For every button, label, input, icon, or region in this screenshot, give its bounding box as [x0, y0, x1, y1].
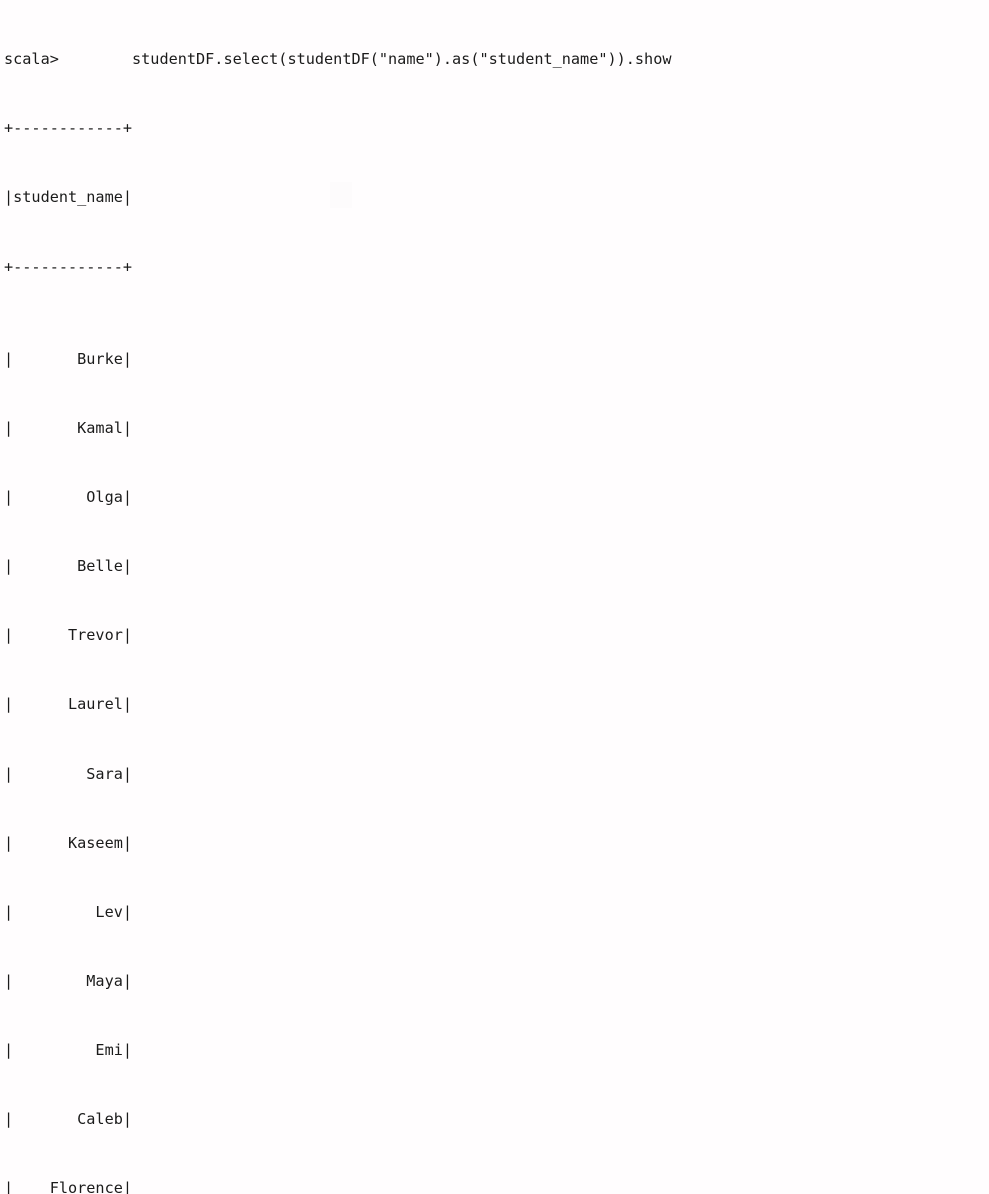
- table-row: | Caleb|: [4, 1110, 133, 1129]
- table-row: | Lev|: [4, 902, 133, 921]
- table-row: | Emi|: [4, 1041, 133, 1060]
- table-row: | Sara|: [4, 764, 133, 783]
- table-header-row: |student_name|: [4, 188, 133, 207]
- table-row: | Florence|: [4, 1179, 133, 1194]
- table-row: | Maya|: [4, 971, 133, 990]
- table-row: | Burke|: [4, 349, 133, 368]
- table-top-border: +------------+: [4, 119, 133, 138]
- table-row: | Laurel|: [4, 695, 133, 714]
- terminal-output[interactable]: scala> studentDF.select(studentDF("name"…: [0, 0, 989, 1194]
- table-row: | Belle|: [4, 557, 133, 576]
- table-row: | Olga|: [4, 487, 133, 506]
- table-row: | Trevor|: [4, 626, 133, 645]
- scala-prompt-line: scala> studentDF.select(studentDF("name"…: [4, 50, 672, 69]
- table-row: | Kamal|: [4, 418, 133, 437]
- table-row: | Kaseem|: [4, 833, 133, 852]
- table-header-separator: +------------+: [4, 257, 133, 276]
